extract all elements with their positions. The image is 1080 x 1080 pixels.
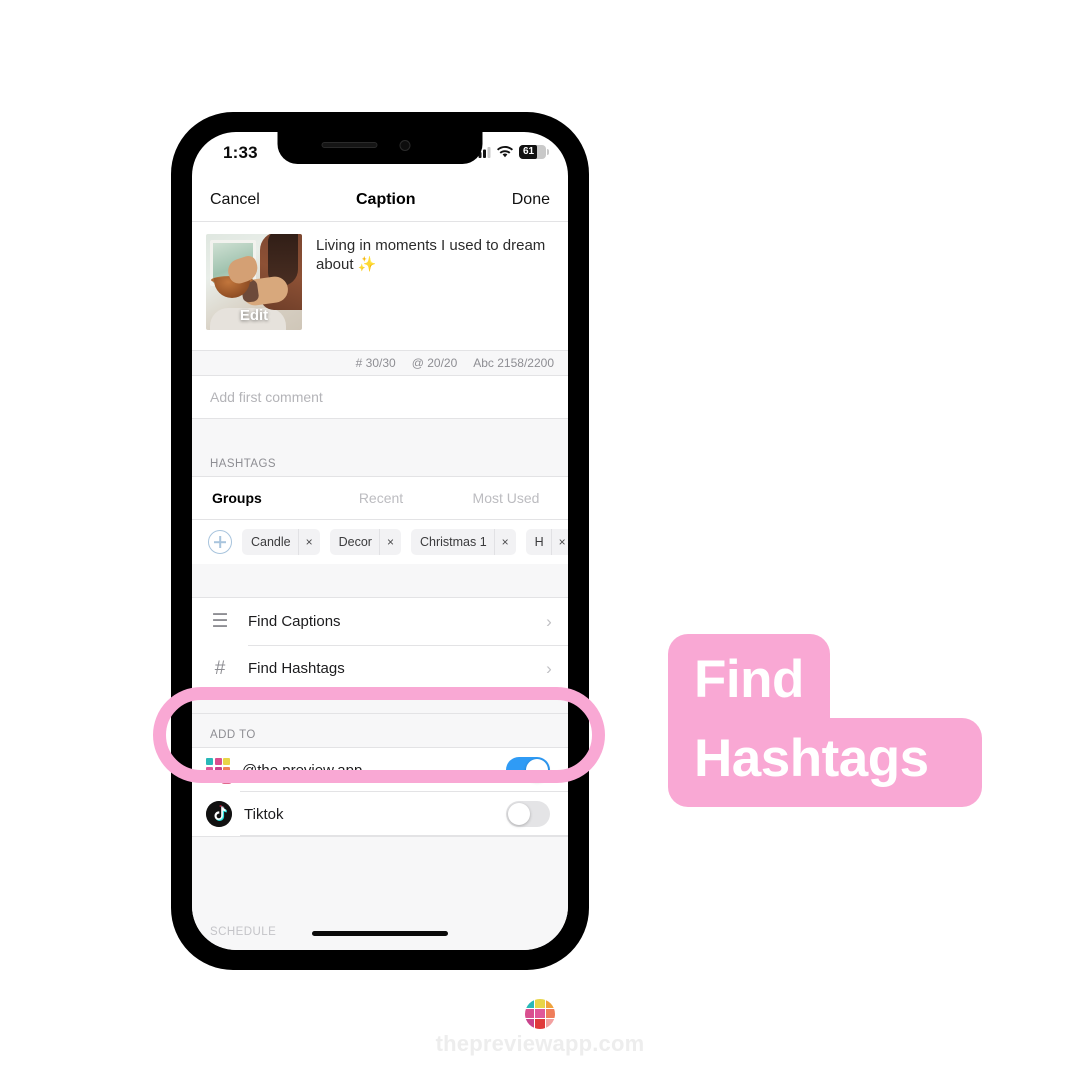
front-camera-icon <box>399 140 411 151</box>
tab-groups[interactable]: Groups <box>192 490 318 506</box>
close-icon[interactable]: × <box>378 529 401 555</box>
hashtags-section-header: HASHTAGS <box>192 419 568 477</box>
page-title: Caption <box>356 190 416 208</box>
schedule-section-header: SCHEDULE <box>210 926 277 938</box>
hash-icon: # <box>214 657 226 679</box>
close-icon[interactable]: × <box>550 529 568 555</box>
caption-textarea[interactable]: Living in moments I used to dream about … <box>316 234 554 350</box>
navigation-bar: Cancel Caption Done <box>192 178 568 222</box>
tab-most-used[interactable]: Most Used <box>444 490 568 506</box>
chip-label: Candle <box>251 535 291 549</box>
chevron-right-icon: › <box>546 658 552 678</box>
preview-app-logo-icon <box>525 998 555 1029</box>
tiktok-icon <box>206 801 232 827</box>
battery-percent-label: 61 <box>523 146 535 157</box>
list-item[interactable]: Decor × <box>329 529 401 555</box>
mention-counter: @ 20/20 <box>411 356 458 370</box>
list-item[interactable]: Christmas 1 × <box>410 529 516 555</box>
chevron-right-icon: › <box>546 611 552 631</box>
find-hashtags-label: Find Hashtags <box>248 660 345 677</box>
callout-line-2: Hashtags <box>668 718 982 807</box>
add-to-section-header: ADD TO <box>192 714 568 748</box>
section-gap-strip <box>192 692 568 714</box>
phone-screen: 1:33 61 Cancel Caption Done Edit Living … <box>192 132 568 950</box>
find-hashtags-row[interactable]: # Find Hashtags › <box>192 645 568 692</box>
tiktok-label: Tiktok <box>244 805 284 823</box>
post-thumbnail[interactable]: Edit <box>206 234 302 330</box>
battery-icon: 61 <box>519 145 549 159</box>
phone-notch <box>277 132 483 164</box>
caption-counters: # 30/30 @ 20/20 Abc 2158/2200 <box>192 350 568 376</box>
status-bar-time: 1:33 <box>223 143 258 162</box>
chip-label: Decor <box>338 535 372 549</box>
add-to-tiktok-row[interactable]: Tiktok <box>192 792 568 836</box>
earpiece-speaker-icon <box>321 142 378 148</box>
character-counter: Abc 2158/2200 <box>473 356 554 370</box>
preview-toggle[interactable] <box>506 757 550 783</box>
list-item[interactable]: H × <box>525 529 568 555</box>
chip-label: Christmas 1 <box>419 535 487 549</box>
add-to-preview-row[interactable]: @the.preview.app <box>192 748 568 792</box>
tab-recent[interactable]: Recent <box>318 490 444 506</box>
screenshot-canvas: 1:33 61 Cancel Caption Done Edit Living … <box>0 0 1080 1080</box>
wifi-icon <box>497 146 513 158</box>
preview-account-label: @the.preview.app <box>242 761 363 779</box>
section-gap-strip <box>192 564 568 598</box>
cancel-button[interactable]: Cancel <box>210 191 260 209</box>
phone-frame: 1:33 61 Cancel Caption Done Edit Living … <box>171 112 589 970</box>
hashtag-counter: # 30/30 <box>355 356 396 370</box>
close-icon[interactable]: × <box>493 529 516 555</box>
hashtag-tabs: Groups Recent Most Used <box>192 477 568 520</box>
done-button[interactable]: Done <box>512 191 550 209</box>
preview-app-icon <box>206 758 232 784</box>
home-indicator[interactable] <box>312 931 448 936</box>
instagram-badge-icon <box>221 773 232 784</box>
hashtag-group-chips: Candle × Decor × Christmas 1 × H × <box>192 520 568 564</box>
plus-circle-icon[interactable] <box>208 530 232 554</box>
status-bar-indicators: 61 <box>474 145 549 159</box>
callout-annotation: Find Hashtags <box>668 634 982 807</box>
watermark-logo <box>0 995 1080 1029</box>
list-item[interactable]: Candle × <box>242 529 320 555</box>
callout-line-1: Find <box>668 634 830 720</box>
close-icon[interactable]: × <box>297 529 320 555</box>
tiktok-toggle[interactable] <box>506 801 550 827</box>
caption-composer: Edit Living in moments I used to dream a… <box>192 222 568 350</box>
row-divider <box>248 645 568 646</box>
watermark-text: thepreviewapp.com <box>435 1031 645 1056</box>
edit-thumbnail-label[interactable]: Edit <box>206 307 302 324</box>
find-captions-label: Find Captions <box>248 613 341 630</box>
chip-label: H <box>534 535 544 549</box>
lines-icon: ☰ <box>211 611 229 632</box>
find-captions-row[interactable]: ☰ Find Captions › <box>192 598 568 645</box>
first-comment-input[interactable]: Add first comment <box>192 376 568 419</box>
